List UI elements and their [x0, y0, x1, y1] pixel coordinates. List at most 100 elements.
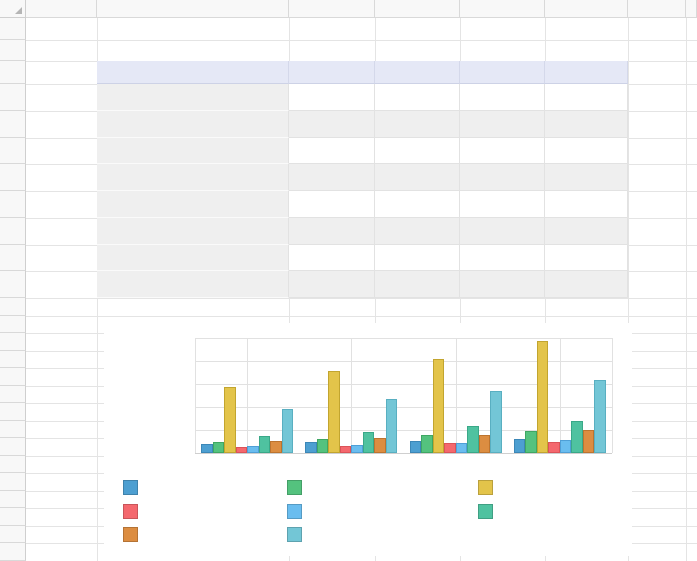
value-cell[interactable] [545, 191, 628, 218]
row-header-18[interactable] [0, 421, 26, 438]
row-header-15[interactable] [0, 368, 26, 386]
value-cell[interactable] [545, 218, 628, 245]
column-header-G[interactable] [628, 0, 686, 18]
row-header-11[interactable] [0, 298, 26, 316]
row-header-25[interactable] [0, 543, 26, 561]
value-cell[interactable] [375, 218, 460, 245]
legend-swatch [478, 480, 493, 495]
chart-v-gridline [351, 338, 352, 453]
chart-h-gridline [195, 430, 612, 431]
region-cell[interactable] [97, 191, 289, 218]
year-header-corner-cell[interactable] [97, 61, 289, 84]
row-header-22[interactable] [0, 491, 26, 508]
region-cell[interactable] [97, 138, 289, 165]
row-header-4[interactable] [0, 111, 26, 138]
value-cell[interactable] [289, 84, 375, 111]
legend-swatch [287, 504, 302, 519]
value-cell[interactable] [289, 271, 375, 298]
grid-line-horizontal [26, 316, 697, 317]
column-header-B[interactable] [97, 0, 289, 18]
row-header-23[interactable] [0, 508, 26, 526]
row-header-9[interactable] [0, 245, 26, 271]
value-cell[interactable] [460, 164, 545, 191]
year-header-cell[interactable] [375, 61, 460, 84]
value-cell[interactable] [375, 111, 460, 138]
value-cell[interactable] [460, 271, 545, 298]
bar-series5-2008 [560, 440, 572, 453]
chart-right-edge-line [612, 338, 613, 453]
value-cell[interactable] [289, 164, 375, 191]
column-header-A[interactable] [26, 0, 97, 18]
row-header-3[interactable] [0, 84, 26, 111]
bar-series5-2007 [456, 443, 468, 453]
row-header-6[interactable] [0, 164, 26, 191]
region-cell[interactable] [97, 245, 289, 272]
column-header-extra[interactable] [686, 0, 697, 18]
row-header-16[interactable] [0, 386, 26, 403]
row-header-20[interactable] [0, 456, 26, 473]
legend-swatch [287, 527, 302, 542]
value-cell[interactable] [289, 191, 375, 218]
bar-series1-2007 [410, 441, 422, 453]
row-header-17[interactable] [0, 403, 26, 421]
value-cell[interactable] [545, 138, 628, 165]
bar-series8-2005 [282, 409, 294, 453]
column-header-E[interactable] [460, 0, 545, 18]
row-header-1[interactable] [0, 40, 26, 61]
value-cell[interactable] [545, 164, 628, 191]
value-cell[interactable] [289, 111, 375, 138]
value-cell[interactable] [289, 138, 375, 165]
row-header-2[interactable] [0, 61, 26, 84]
region-cell[interactable] [97, 164, 289, 191]
bar-series6-2005 [259, 436, 271, 453]
bar-series6-2007 [467, 426, 479, 453]
column-header-C[interactable] [289, 0, 375, 18]
region-cell[interactable] [97, 218, 289, 245]
value-cell[interactable] [375, 138, 460, 165]
select-all-corner[interactable] [0, 0, 26, 18]
bar-series8-2008 [594, 380, 606, 453]
bar-series7-2007 [479, 435, 491, 453]
value-cell[interactable] [545, 271, 628, 298]
chart-h-gridline [195, 338, 612, 339]
value-cell[interactable] [375, 191, 460, 218]
value-cell[interactable] [545, 84, 628, 111]
value-cell[interactable] [460, 245, 545, 272]
row-header-5[interactable] [0, 138, 26, 164]
year-header-cell[interactable] [460, 61, 545, 84]
value-cell[interactable] [375, 245, 460, 272]
bar-series7-2008 [583, 430, 595, 453]
row-header-14[interactable] [0, 351, 26, 368]
row-header-7[interactable] [0, 191, 26, 218]
region-cell[interactable] [97, 111, 289, 138]
value-cell[interactable] [289, 218, 375, 245]
column-header-D[interactable] [375, 0, 460, 18]
value-cell[interactable] [460, 138, 545, 165]
select-all-triangle-icon [15, 7, 22, 14]
row-header-19[interactable] [0, 438, 26, 456]
bar-series7-2006 [374, 438, 386, 453]
row-header-13[interactable] [0, 333, 26, 351]
value-cell[interactable] [289, 245, 375, 272]
row-header-24[interactable] [0, 526, 26, 543]
year-header-cell[interactable] [545, 61, 628, 84]
region-cell[interactable] [97, 84, 289, 111]
value-cell[interactable] [460, 111, 545, 138]
value-cell[interactable] [375, 84, 460, 111]
row-header-21[interactable] [0, 473, 26, 491]
value-cell[interactable] [375, 271, 460, 298]
embedded-chart[interactable] [104, 323, 632, 556]
value-cell[interactable] [460, 84, 545, 111]
row-header-0[interactable] [0, 18, 26, 40]
value-cell[interactable] [460, 218, 545, 245]
row-header-12[interactable] [0, 316, 26, 333]
value-cell[interactable] [545, 245, 628, 272]
value-cell[interactable] [545, 111, 628, 138]
column-header-F[interactable] [545, 0, 628, 18]
row-header-8[interactable] [0, 218, 26, 245]
value-cell[interactable] [375, 164, 460, 191]
value-cell[interactable] [460, 191, 545, 218]
year-header-cell[interactable] [289, 61, 375, 84]
region-cell[interactable] [97, 271, 289, 298]
row-header-10[interactable] [0, 271, 26, 298]
